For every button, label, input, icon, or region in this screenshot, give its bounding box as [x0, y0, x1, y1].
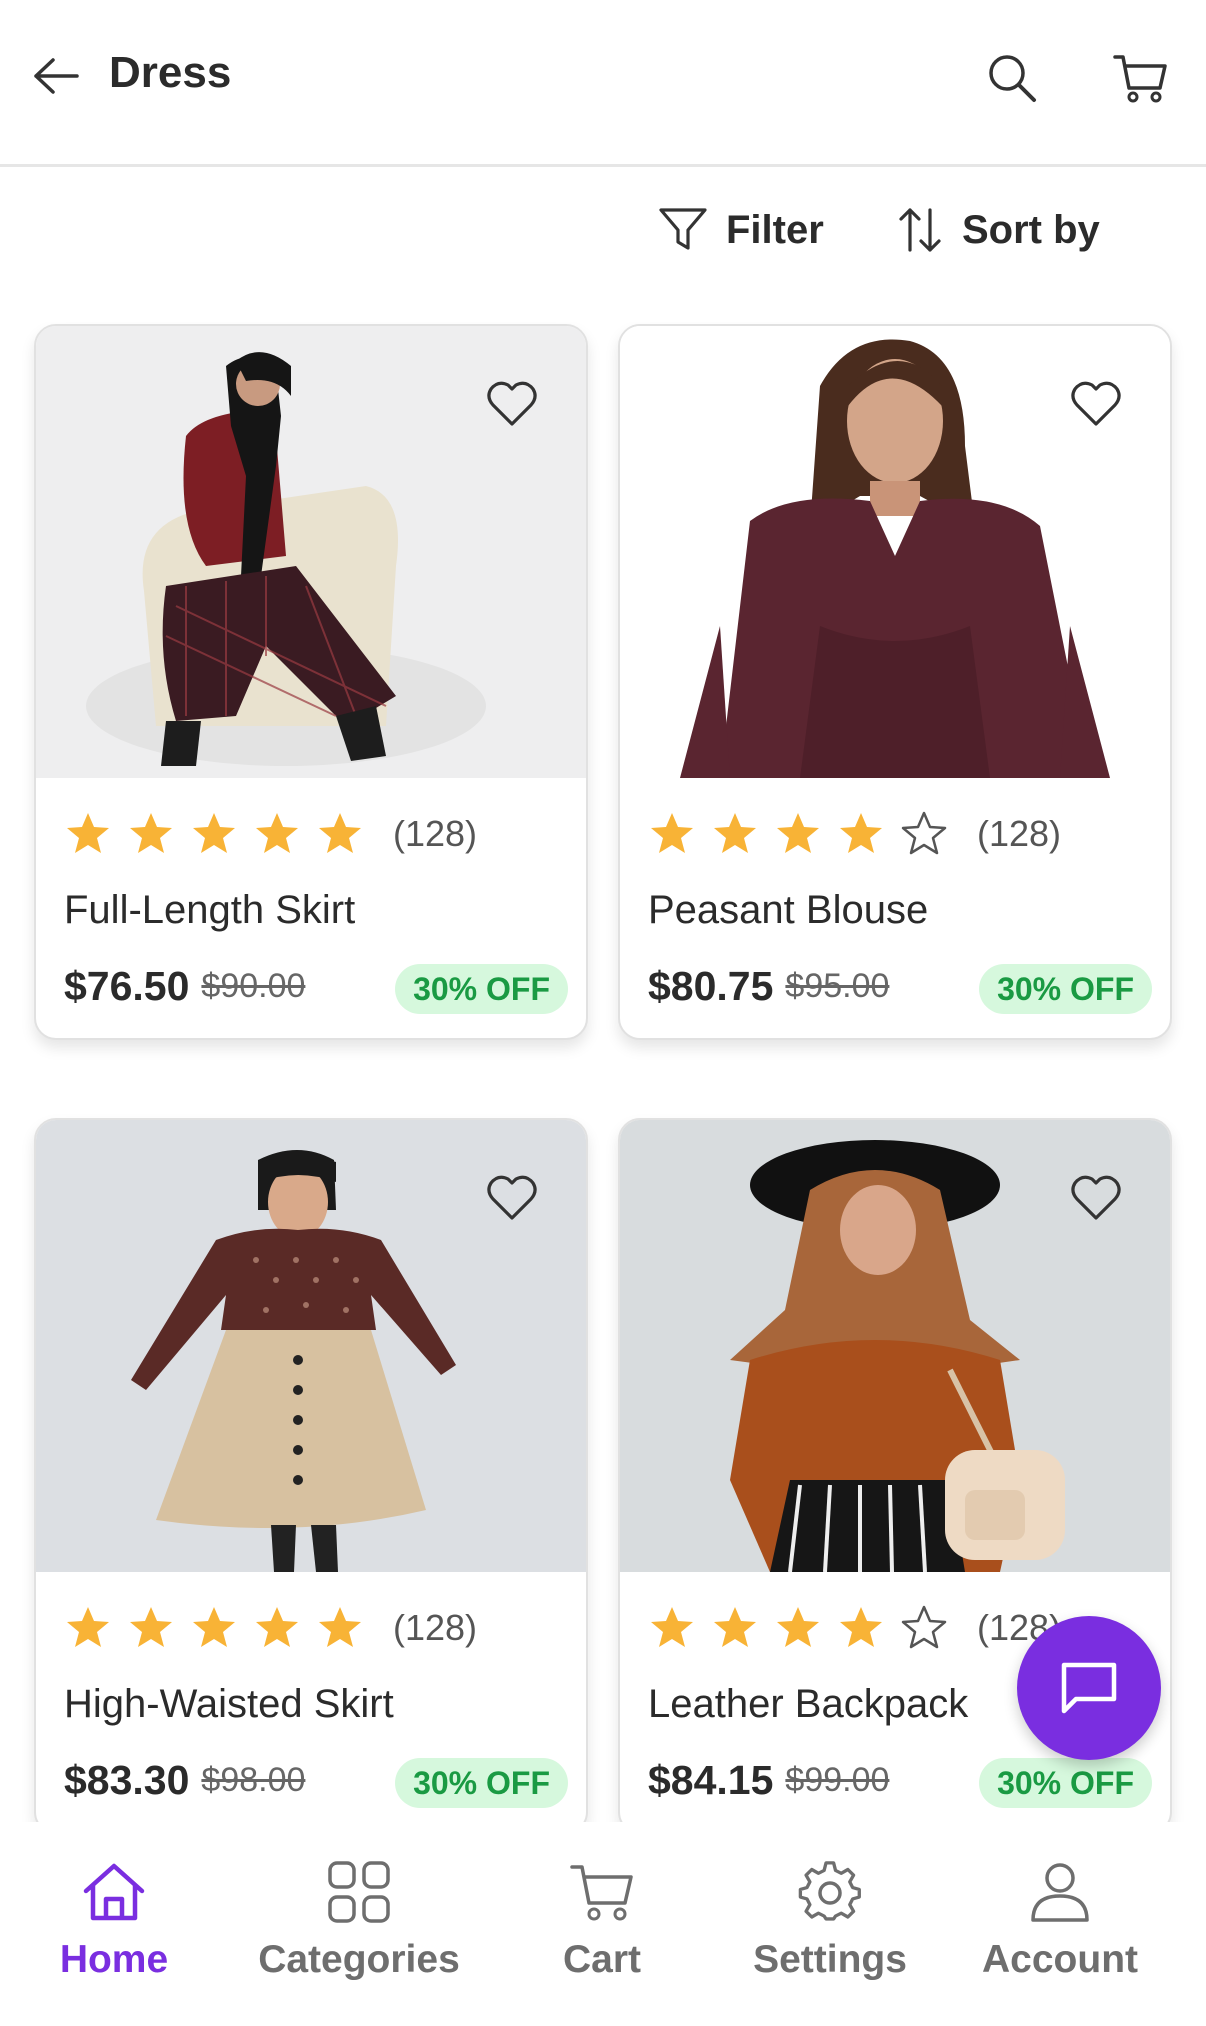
price-row: $80.75 $95.00 30% OFF: [648, 956, 1168, 1016]
filter-icon: [659, 208, 707, 250]
price-row: $83.30 $98.00 30% OFF: [64, 1750, 584, 1810]
price-row: $76.50 $90.00 30% OFF: [64, 956, 584, 1016]
price: $83.30: [64, 1756, 190, 1803]
search-button[interactable]: [980, 46, 1044, 110]
heart-icon: [487, 1175, 537, 1220]
filter-label: Filter: [726, 207, 824, 252]
cart-button[interactable]: [1108, 46, 1172, 110]
search-icon: [989, 55, 1036, 102]
discount-badge: 30% OFF: [395, 964, 568, 1014]
nav-label: Account: [982, 1938, 1138, 1981]
star-icon: [840, 1607, 882, 1647]
gear-icon: [798, 1861, 861, 1921]
star-icon: [130, 813, 172, 853]
price: $84.15: [648, 1756, 774, 1803]
page-title: Dress: [109, 48, 232, 97]
filter-sort-toolbar: Filter Sort by: [0, 200, 1206, 260]
user-icon: [1031, 1863, 1089, 1922]
star-outline-icon: [901, 811, 947, 855]
product-name: Leather Backpack: [648, 1682, 969, 1726]
star-icon: [130, 1607, 172, 1647]
nav-label: Home: [59, 1938, 169, 1981]
star-icon: [256, 1607, 298, 1647]
rating: (128): [64, 1600, 477, 1656]
review-count: (128): [393, 813, 478, 854]
cart-icon: [570, 1865, 633, 1921]
review-count: (128): [977, 813, 1062, 854]
product-name: Peasant Blouse: [648, 888, 929, 932]
nav-cart[interactable]: Cart: [550, 1854, 654, 2004]
original-price: $90.00: [201, 966, 306, 1005]
nav-settings[interactable]: Settings: [748, 1854, 912, 2004]
cart-icon: [1113, 55, 1167, 103]
star-icon: [319, 813, 361, 853]
heart-icon: [487, 381, 537, 426]
nav-account[interactable]: Account: [980, 1854, 1140, 2004]
star-icon: [651, 813, 693, 853]
star-icon: [714, 813, 756, 853]
star-icon: [193, 1607, 235, 1647]
wishlist-button[interactable]: [484, 376, 540, 432]
discount-badge: 30% OFF: [979, 1758, 1152, 1808]
nav-label: Categories: [258, 1938, 460, 1981]
discount-badge: 30% OFF: [395, 1758, 568, 1808]
star-icon: [67, 1607, 109, 1647]
price: $76.50: [64, 962, 190, 1009]
star-icon: [256, 813, 298, 853]
product-card[interactable]: (128) Full-Length Skirt $76.50 $90.00 30…: [34, 324, 588, 1040]
rating: (128): [648, 806, 1061, 862]
sort-icon: [899, 208, 941, 252]
sort-button[interactable]: Sort by: [896, 200, 1100, 260]
product-grid: (128) Full-Length Skirt $76.50 $90.00 30…: [0, 322, 1206, 1822]
heart-icon: [1071, 1175, 1121, 1220]
arrow-left-icon: [34, 58, 79, 94]
price: $80.75: [648, 962, 774, 1009]
star-icon: [193, 813, 235, 853]
product-card[interactable]: (128) High-Waisted Skirt $83.30 $98.00 3…: [34, 1118, 588, 1822]
wishlist-button[interactable]: [1068, 376, 1124, 432]
discount-badge: 30% OFF: [979, 964, 1152, 1014]
product-name: Full-Length Skirt: [64, 888, 356, 932]
rating: (128): [64, 806, 477, 862]
product-name: High-Waisted Skirt: [64, 1682, 394, 1726]
star-icon: [777, 813, 819, 853]
home-icon: [83, 1863, 145, 1921]
nav-label: Cart: [562, 1938, 642, 1981]
original-price: $95.00: [785, 966, 890, 1005]
star-icon: [840, 813, 882, 853]
product-card[interactable]: (128) Peasant Blouse $80.75 $95.00 30% O…: [618, 324, 1172, 1040]
filter-button[interactable]: Filter: [658, 200, 824, 260]
heart-icon: [1071, 381, 1121, 426]
nav-label: Settings: [753, 1938, 907, 1981]
star-icon: [67, 813, 109, 853]
wishlist-button[interactable]: [484, 1170, 540, 1226]
bottom-nav: Home Categories Cart Settings Account: [0, 1826, 1206, 2026]
grid-icon: [328, 1861, 390, 1923]
back-button[interactable]: [26, 46, 86, 106]
star-icon: [714, 1607, 756, 1647]
wishlist-button[interactable]: [1068, 1170, 1124, 1226]
star-outline-icon: [901, 1605, 947, 1649]
original-price: $99.00: [785, 1760, 890, 1799]
rating: (128): [648, 1600, 1061, 1656]
sort-label: Sort by: [962, 207, 1100, 252]
app-header: Dress: [0, 0, 1206, 167]
chat-button[interactable]: [1017, 1616, 1161, 1760]
star-icon: [651, 1607, 693, 1647]
star-icon: [319, 1607, 361, 1647]
original-price: $98.00: [201, 1760, 306, 1799]
review-count: (128): [393, 1607, 478, 1648]
nav-home[interactable]: Home: [56, 1854, 172, 2004]
chat-icon: [1061, 1662, 1117, 1714]
nav-categories[interactable]: Categories: [256, 1854, 462, 2004]
star-icon: [777, 1607, 819, 1647]
